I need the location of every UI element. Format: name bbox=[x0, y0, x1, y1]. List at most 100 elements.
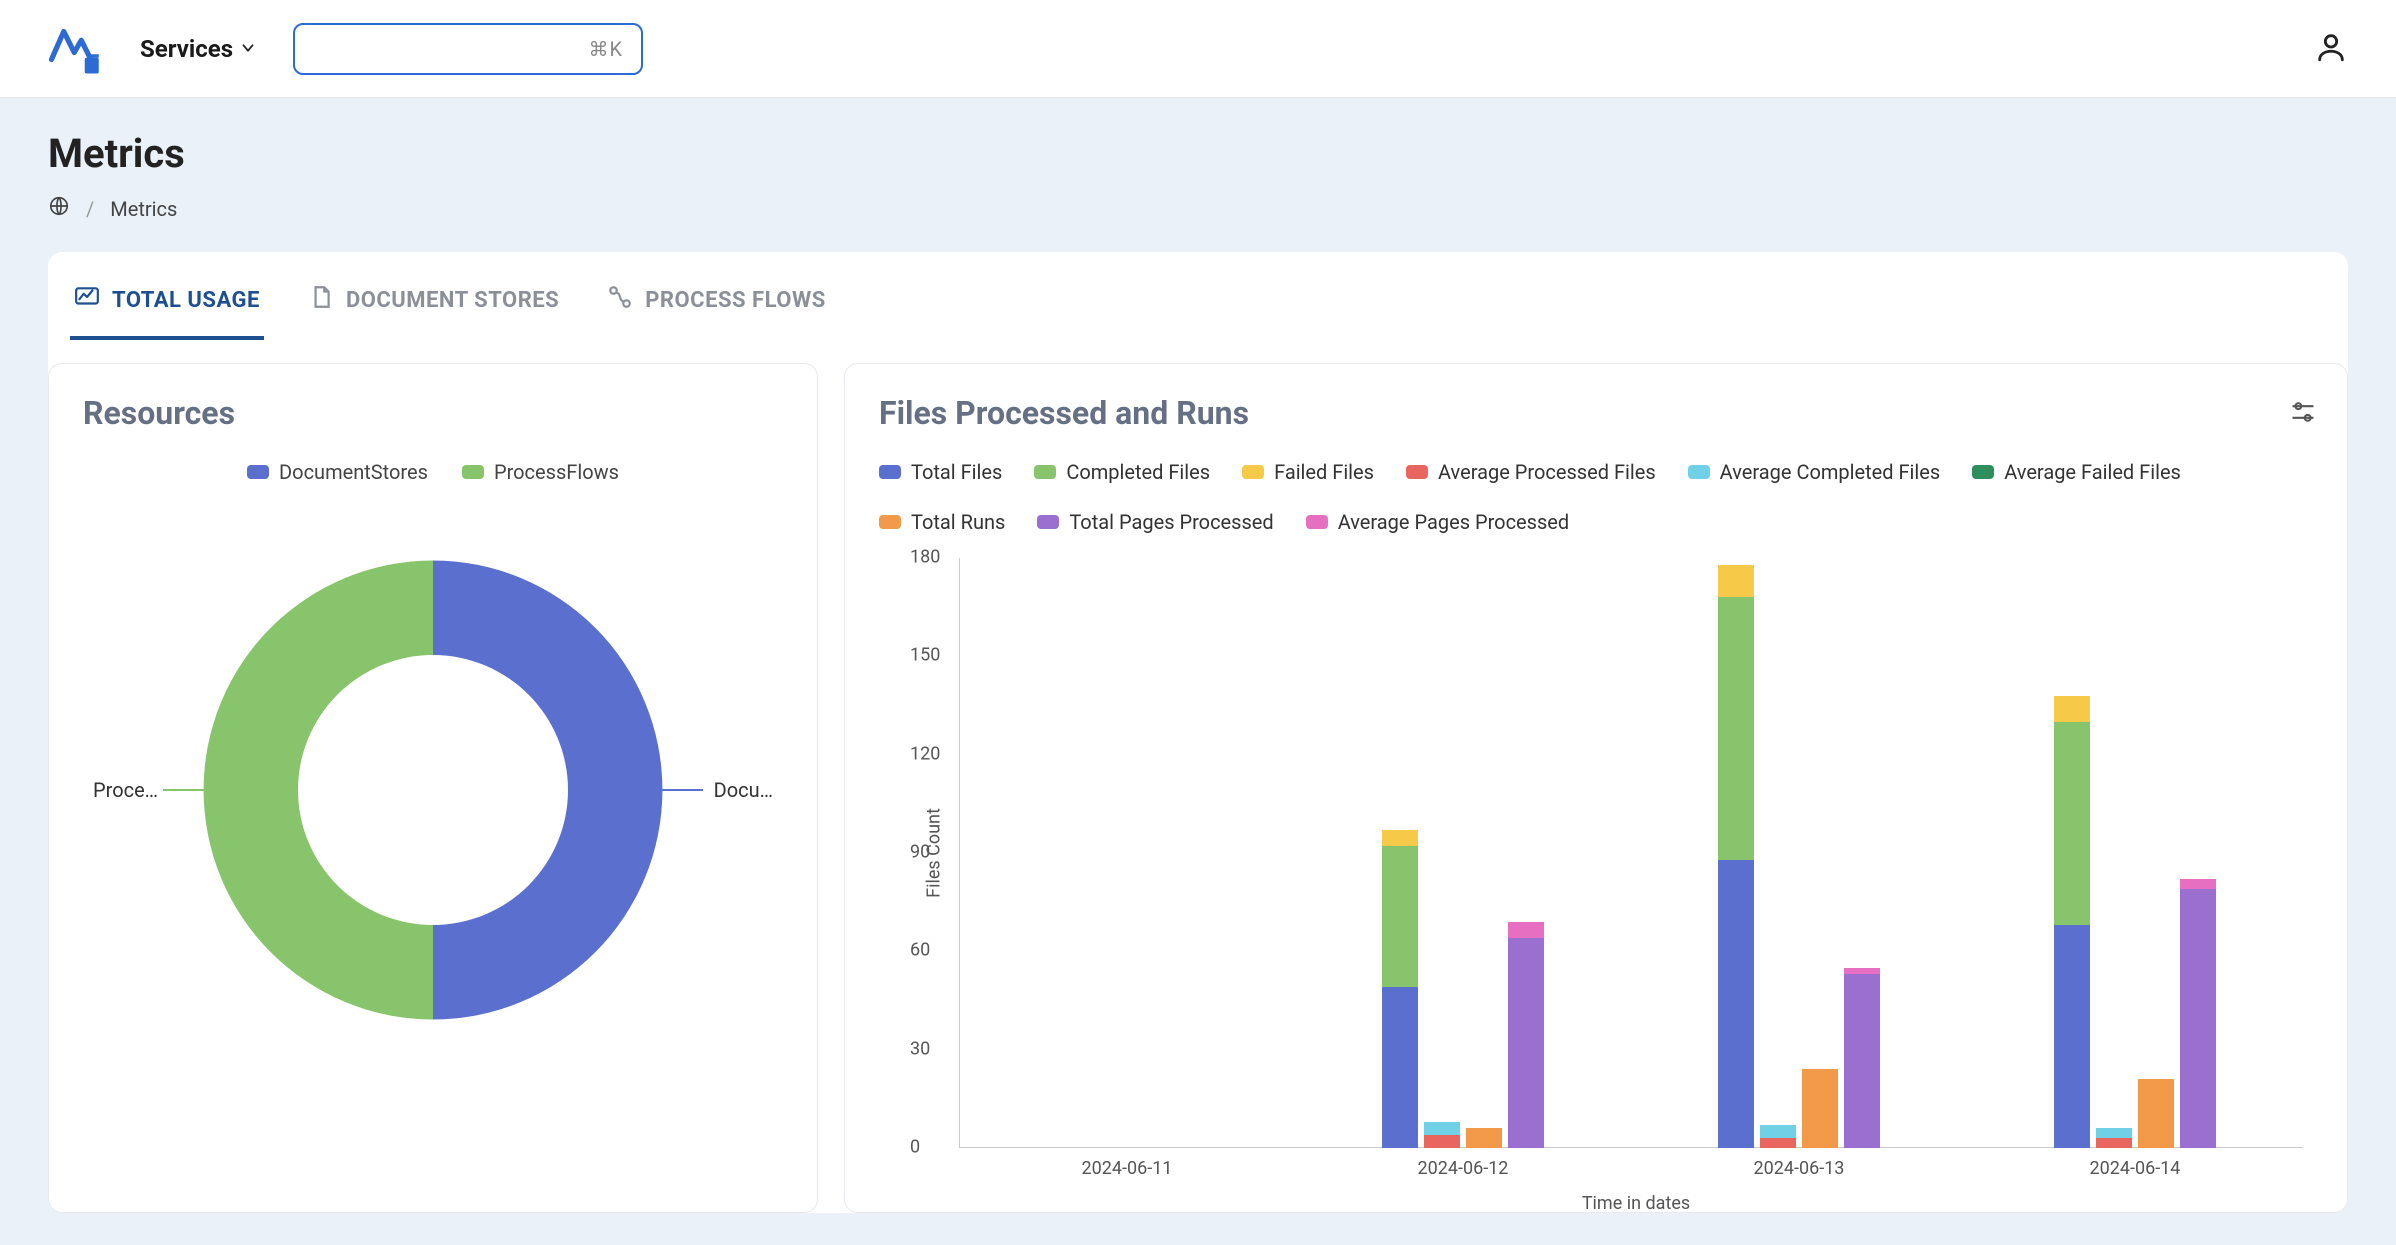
bar-pages bbox=[2180, 879, 2216, 1148]
legend-swatch bbox=[1242, 465, 1264, 479]
topbar: Services ⌘K bbox=[0, 0, 2396, 98]
legend-label: Average Processed Files bbox=[1438, 460, 1656, 484]
y-tick: 60 bbox=[910, 940, 930, 961]
tab-total-usage[interactable]: TOTAL USAGE bbox=[70, 280, 264, 340]
page-title: Metrics bbox=[48, 130, 2348, 177]
breadcrumb-current: Metrics bbox=[110, 197, 177, 221]
bar-pages bbox=[1844, 968, 1880, 1148]
bar-segment bbox=[1382, 846, 1418, 987]
x-tick: 2024-06-13 bbox=[1631, 1158, 1967, 1179]
files-chart-card: Files Processed and Runs Total Files Comp… bbox=[844, 363, 2348, 1213]
bar-segment bbox=[2138, 1079, 2174, 1148]
bar-avg_files bbox=[1760, 1125, 1796, 1148]
legend-label: Average Completed Files bbox=[1720, 460, 1941, 484]
legend-label: ProcessFlows bbox=[494, 460, 619, 484]
tab-label: PROCESS FLOWS bbox=[645, 288, 826, 313]
bar-segment bbox=[1718, 597, 1754, 859]
bar-segment bbox=[1844, 974, 1880, 1148]
legend-swatch bbox=[1972, 465, 1994, 479]
bar-avg_files bbox=[2096, 1128, 2132, 1148]
search-shortcut: ⌘K bbox=[588, 37, 623, 61]
donut-label-left: Proce… bbox=[93, 778, 158, 802]
legend-item[interactable]: Average Processed Files bbox=[1406, 460, 1656, 484]
x-axis-labels: 2024-06-112024-06-122024-06-132024-06-14 bbox=[959, 1158, 2303, 1179]
bar-segment bbox=[1424, 1135, 1460, 1148]
legend-label: Total Files bbox=[911, 460, 1002, 484]
legend-item[interactable]: Average Completed Files bbox=[1688, 460, 1941, 484]
legend-label: Completed Files bbox=[1066, 460, 1210, 484]
bar-segment bbox=[2096, 1138, 2132, 1148]
legend-item[interactable]: Average Pages Processed bbox=[1306, 510, 1570, 534]
y-tick: 0 bbox=[910, 1137, 920, 1158]
legend-item-documentstores[interactable]: DocumentStores bbox=[247, 460, 428, 484]
legend-swatch bbox=[462, 465, 484, 479]
bar-segment bbox=[1718, 565, 1754, 598]
tab-label: DOCUMENT STORES bbox=[346, 288, 559, 313]
legend-swatch bbox=[879, 465, 901, 479]
bar-legend: Total Files Completed Files Failed Files Av… bbox=[879, 460, 2313, 534]
tabs: TOTAL USAGE DOCUMENT STORES PROCESS FLOW… bbox=[48, 280, 2348, 341]
bar-segment bbox=[2180, 889, 2216, 1148]
legend-label: Failed Files bbox=[1274, 460, 1374, 484]
bar-group bbox=[959, 558, 1295, 1148]
bar-segment bbox=[2180, 879, 2216, 889]
bar-group bbox=[1295, 558, 1631, 1148]
y-tick: 120 bbox=[910, 743, 940, 764]
main-panel: TOTAL USAGE DOCUMENT STORES PROCESS FLOW… bbox=[48, 252, 2348, 1213]
legend-label: Average Pages Processed bbox=[1338, 510, 1570, 534]
breadcrumb: / Metrics bbox=[48, 195, 2348, 222]
user-menu[interactable] bbox=[2314, 30, 2348, 68]
legend-label: Total Runs bbox=[911, 510, 1005, 534]
legend-label: Average Failed Files bbox=[2004, 460, 2181, 484]
legend-swatch bbox=[247, 465, 269, 479]
bar-segment bbox=[1508, 922, 1544, 938]
chart-icon bbox=[74, 284, 100, 316]
legend-item[interactable]: Completed Files bbox=[1034, 460, 1210, 484]
page-body: Metrics / Metrics TOTAL USAGE DOCUMENT S… bbox=[0, 98, 2396, 1245]
services-label: Services bbox=[140, 35, 233, 63]
tab-document-stores[interactable]: DOCUMENT STORES bbox=[304, 280, 563, 340]
bar-avg_files bbox=[1424, 1122, 1460, 1148]
bar-group bbox=[1967, 558, 2303, 1148]
legend-swatch bbox=[1688, 465, 1710, 479]
bar-runs bbox=[2138, 1079, 2174, 1148]
legend-item[interactable]: Total Pages Processed bbox=[1037, 510, 1273, 534]
document-icon bbox=[308, 284, 334, 316]
tab-process-flows[interactable]: PROCESS FLOWS bbox=[603, 280, 830, 340]
y-tick: 150 bbox=[910, 645, 940, 666]
resources-card: Resources DocumentStores ProcessFlows Pr… bbox=[48, 363, 818, 1213]
legend-item[interactable]: Average Failed Files bbox=[1972, 460, 2181, 484]
bar-segment bbox=[1382, 987, 1418, 1148]
legend-label: Total Pages Processed bbox=[1069, 510, 1273, 534]
legend-swatch bbox=[1306, 515, 1328, 529]
breadcrumb-separator: / bbox=[86, 197, 94, 221]
x-axis-title: Time in dates bbox=[959, 1193, 2313, 1214]
flow-icon bbox=[607, 284, 633, 316]
legend-swatch bbox=[879, 515, 901, 529]
files-chart-title: Files Processed and Runs bbox=[879, 394, 2313, 432]
x-tick: 2024-06-14 bbox=[1967, 1158, 2303, 1179]
bar-segment bbox=[1466, 1128, 1502, 1148]
services-dropdown[interactable]: Services bbox=[140, 35, 257, 63]
bar-pages bbox=[1508, 922, 1544, 1148]
bar-segment bbox=[2096, 1128, 2132, 1138]
legend-label: DocumentStores bbox=[279, 460, 428, 484]
y-tick: 180 bbox=[910, 547, 940, 568]
search-input[interactable]: ⌘K bbox=[293, 23, 643, 75]
resources-title: Resources bbox=[83, 394, 783, 432]
x-tick: 2024-06-11 bbox=[959, 1158, 1295, 1179]
legend-item[interactable]: Total Files bbox=[879, 460, 1002, 484]
donut-label-right: Docu… bbox=[714, 778, 773, 802]
bar-chart: Files Count 0306090120150180 bbox=[959, 558, 2303, 1148]
legend-item[interactable]: Total Runs bbox=[879, 510, 1005, 534]
legend-item-processflows[interactable]: ProcessFlows bbox=[462, 460, 619, 484]
chart-settings-button[interactable] bbox=[2289, 398, 2317, 430]
legend-item[interactable]: Failed Files bbox=[1242, 460, 1374, 484]
bar-files bbox=[1382, 830, 1418, 1148]
globe-icon[interactable] bbox=[48, 195, 70, 222]
y-tick: 30 bbox=[910, 1038, 930, 1059]
bar-files bbox=[2054, 696, 2090, 1148]
x-tick: 2024-06-12 bbox=[1295, 1158, 1631, 1179]
bar-segment bbox=[1718, 860, 1754, 1148]
bar-segment bbox=[1508, 938, 1544, 1148]
